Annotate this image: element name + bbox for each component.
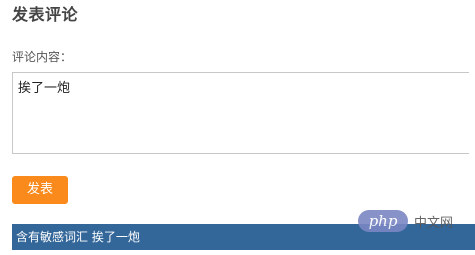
- php-logo: php: [358, 210, 408, 232]
- submit-comment-button[interactable]: 发表: [12, 176, 68, 204]
- section-title: 发表评论: [12, 5, 79, 24]
- comment-textarea[interactable]: 挨了一炮: [12, 72, 469, 154]
- watermark-site-text: 中文网: [414, 214, 454, 230]
- watermark: php 中文网: [358, 209, 453, 233]
- comment-content-label: 评论内容：: [12, 50, 73, 64]
